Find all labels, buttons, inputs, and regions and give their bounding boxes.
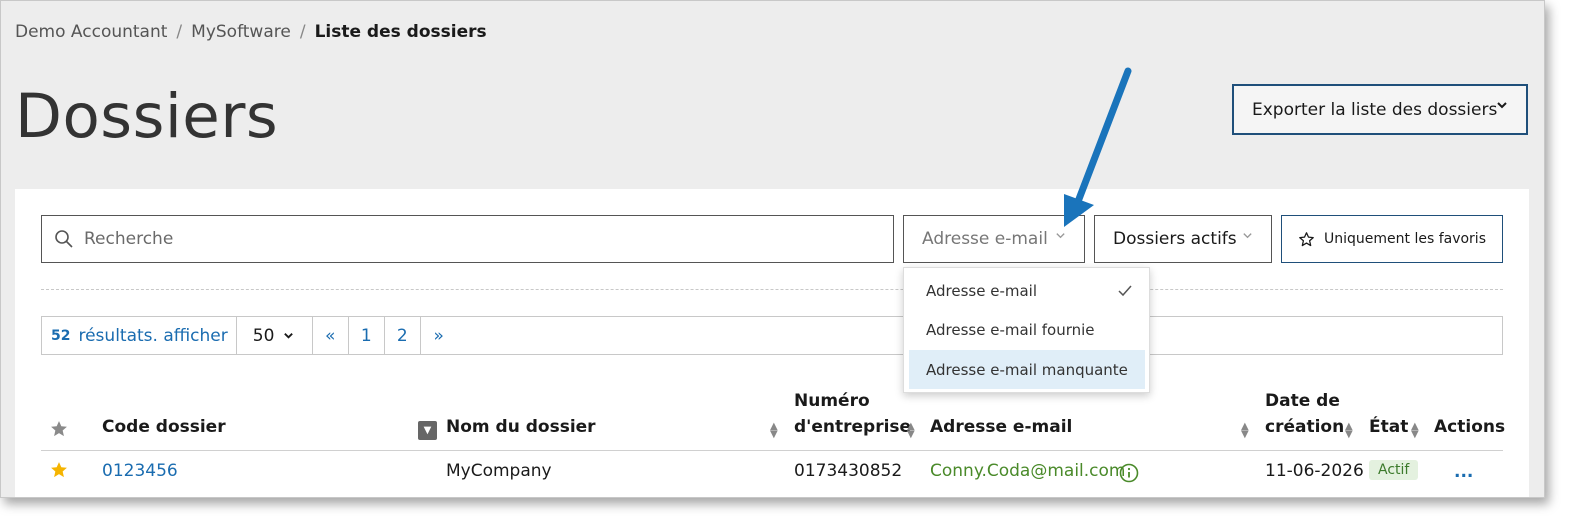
results-text: résultats. afficher: [78, 325, 228, 346]
column-header-email[interactable]: Adresse e-mail: [930, 414, 1072, 440]
column-header-code[interactable]: Code dossier: [102, 414, 226, 440]
status-filter-select[interactable]: Dossiers actifs: [1094, 215, 1272, 263]
row-number: 0173430852: [794, 461, 903, 481]
chevron-down-icon: [1242, 230, 1253, 245]
export-list-button[interactable]: Exporter la liste des dossiers: [1232, 84, 1528, 135]
status-filter-label: Dossiers actifs: [1113, 229, 1237, 249]
chevron-down-icon: [284, 333, 294, 339]
content-panel: Adresse e-mail Dossiers actifs Uniquemen…: [15, 189, 1529, 497]
sort-desc-icon[interactable]: ▼: [418, 421, 437, 440]
page-2-button[interactable]: 2: [385, 317, 421, 354]
chevron-down-icon: [1055, 230, 1066, 245]
check-icon: [1118, 285, 1132, 296]
results-count: 52: [51, 327, 71, 344]
breadcrumb: Demo Accountant / MySoftware / Liste des dos…: [15, 22, 487, 42]
breadcrumb-item-mysoftware[interactable]: MySoftware: [191, 22, 291, 42]
sort-icon[interactable]: ▲ ▼: [1345, 422, 1353, 440]
row-name: MyCompany: [446, 461, 552, 481]
search-box[interactable]: [41, 215, 894, 263]
row-code-link[interactable]: 0123456: [102, 461, 178, 481]
page-1-button[interactable]: 1: [349, 317, 385, 354]
email-filter-select[interactable]: Adresse e-mail: [903, 215, 1085, 263]
column-header-number-line2: d'entreprise: [794, 417, 912, 437]
column-header-actions: Actions: [1434, 417, 1506, 437]
page-title: Dossiers: [15, 81, 279, 152]
first-page-button[interactable]: «: [313, 317, 349, 354]
sort-icon[interactable]: ▲ ▼: [770, 422, 778, 440]
favorites-only-button[interactable]: Uniquement les favoris: [1281, 215, 1503, 263]
email-filter-dropdown: Adresse e-mail Adresse e-mail fournie Ad…: [903, 267, 1150, 393]
breadcrumb-separator: /: [176, 22, 183, 42]
per-page-value: 50: [252, 325, 275, 346]
dropdown-option-email-provided[interactable]: Adresse e-mail fournie: [909, 310, 1145, 349]
dropdown-option-email-missing[interactable]: Adresse e-mail manquante: [909, 350, 1145, 389]
last-page-button[interactable]: »: [421, 317, 457, 354]
sort-icon[interactable]: ▲ ▼: [1411, 422, 1419, 440]
star-outline-icon: [1299, 231, 1314, 246]
sort-icon[interactable]: ▲ ▼: [907, 422, 915, 440]
column-header-date-line2: création: [1265, 417, 1345, 437]
status-badge: Actif: [1369, 460, 1419, 480]
column-header-name[interactable]: Nom du dossier: [446, 414, 596, 440]
table-header-divider: [41, 450, 1503, 451]
per-page-select[interactable]: 50: [237, 317, 313, 354]
results-summary: 52 résultats. afficher: [42, 317, 237, 354]
dropdown-option-label: Adresse e-mail: [926, 281, 1037, 300]
favorites-only-label: Uniquement les favoris: [1324, 231, 1486, 247]
row-date: 11-06-2026: [1265, 461, 1364, 481]
column-header-number-line1: Numéro: [794, 391, 870, 411]
column-header-date[interactable]: Date de création: [1265, 388, 1344, 440]
email-filter-label: Adresse e-mail: [922, 229, 1048, 249]
pagination-bar: 52 résultats. afficher 50 « 1 2 »: [41, 316, 1503, 355]
dropdown-option-email[interactable]: Adresse e-mail: [909, 271, 1145, 310]
dropdown-option-label: Adresse e-mail manquante: [926, 360, 1128, 379]
chevron-down-icon: [1496, 99, 1508, 115]
export-list-label: Exporter la liste des dossiers: [1252, 99, 1498, 120]
sort-icon[interactable]: ▲ ▼: [1241, 422, 1249, 440]
row-actions-menu[interactable]: ...: [1454, 462, 1473, 482]
search-icon: [55, 230, 73, 248]
divider: [41, 289, 1503, 290]
info-icon[interactable]: [1119, 463, 1139, 483]
breadcrumb-current: Liste des dossiers: [314, 22, 487, 42]
app-window: Demo Accountant / MySoftware / Liste des dos…: [0, 0, 1545, 498]
breadcrumb-separator: /: [299, 22, 306, 42]
row-email[interactable]: Conny.Coda@mail.com: [930, 461, 1125, 481]
favorite-star-icon[interactable]: [49, 460, 69, 480]
dropdown-option-label: Adresse e-mail fournie: [926, 320, 1095, 339]
favorite-column-star-icon[interactable]: [49, 419, 69, 439]
column-header-number[interactable]: Numéro d'entreprise: [794, 388, 911, 440]
column-header-date-line1: Date de: [1265, 391, 1340, 411]
breadcrumb-item-demo-accountant[interactable]: Demo Accountant: [15, 22, 167, 42]
column-header-state[interactable]: État: [1369, 414, 1408, 440]
search-input[interactable]: [84, 229, 864, 249]
